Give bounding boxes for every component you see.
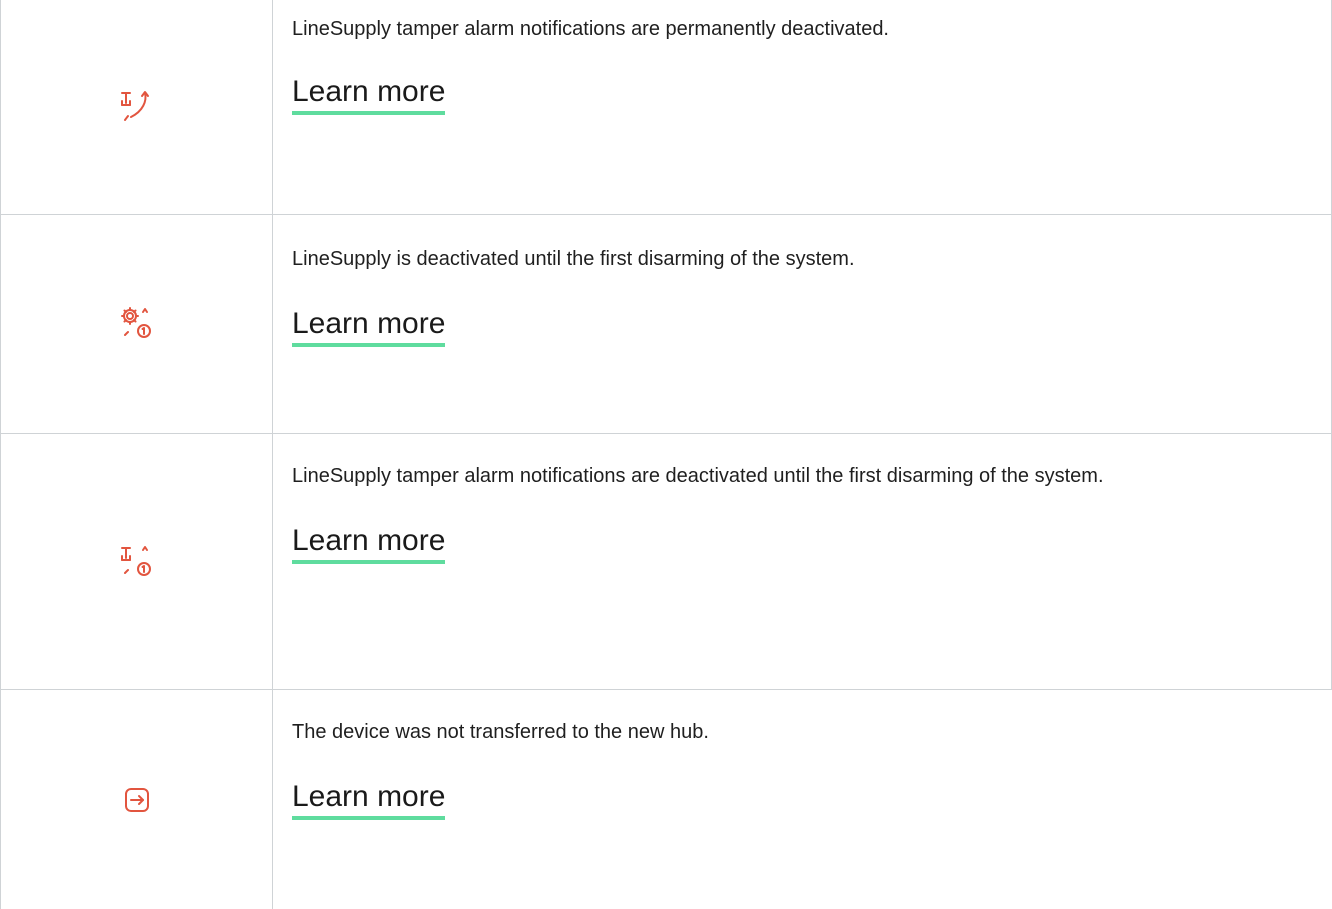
- table-row: LineSupply tamper alarm notifications ar…: [0, 0, 1332, 215]
- tamper-one-time-off-icon: [117, 542, 157, 582]
- icon-cell: [0, 0, 273, 214]
- learn-more-link[interactable]: Learn more: [292, 523, 446, 564]
- table-row: LineSupply is deactivated until the firs…: [0, 215, 1332, 434]
- description-cell: LineSupply tamper alarm notifications ar…: [273, 434, 1332, 689]
- learn-more-link[interactable]: Learn more: [292, 306, 446, 347]
- icon-cell: [0, 215, 273, 433]
- icon-cell: [0, 690, 273, 909]
- row-description: LineSupply is deactivated until the firs…: [292, 248, 855, 270]
- row-description: The device was not transferred to the ne…: [292, 721, 709, 743]
- description-cell: The device was not transferred to the ne…: [273, 690, 1332, 909]
- table-row: LineSupply tamper alarm notifications ar…: [0, 434, 1332, 690]
- learn-more-link[interactable]: Learn more: [292, 779, 446, 820]
- table-row: The device was not transferred to the ne…: [0, 690, 1332, 909]
- status-icons-table: LineSupply tamper alarm notifications ar…: [0, 0, 1332, 909]
- icon-cell: [0, 434, 273, 689]
- gear-one-time-off-icon: [117, 304, 157, 344]
- tamper-alarm-off-icon: [117, 87, 157, 127]
- description-cell: LineSupply tamper alarm notifications ar…: [273, 0, 1332, 214]
- row-description: LineSupply tamper alarm notifications ar…: [292, 18, 889, 40]
- description-cell: LineSupply is deactivated until the firs…: [273, 215, 1332, 433]
- learn-more-link[interactable]: Learn more: [292, 74, 446, 115]
- row-description: LineSupply tamper alarm notifications ar…: [292, 465, 1104, 487]
- transfer-arrow-icon: [117, 780, 157, 820]
